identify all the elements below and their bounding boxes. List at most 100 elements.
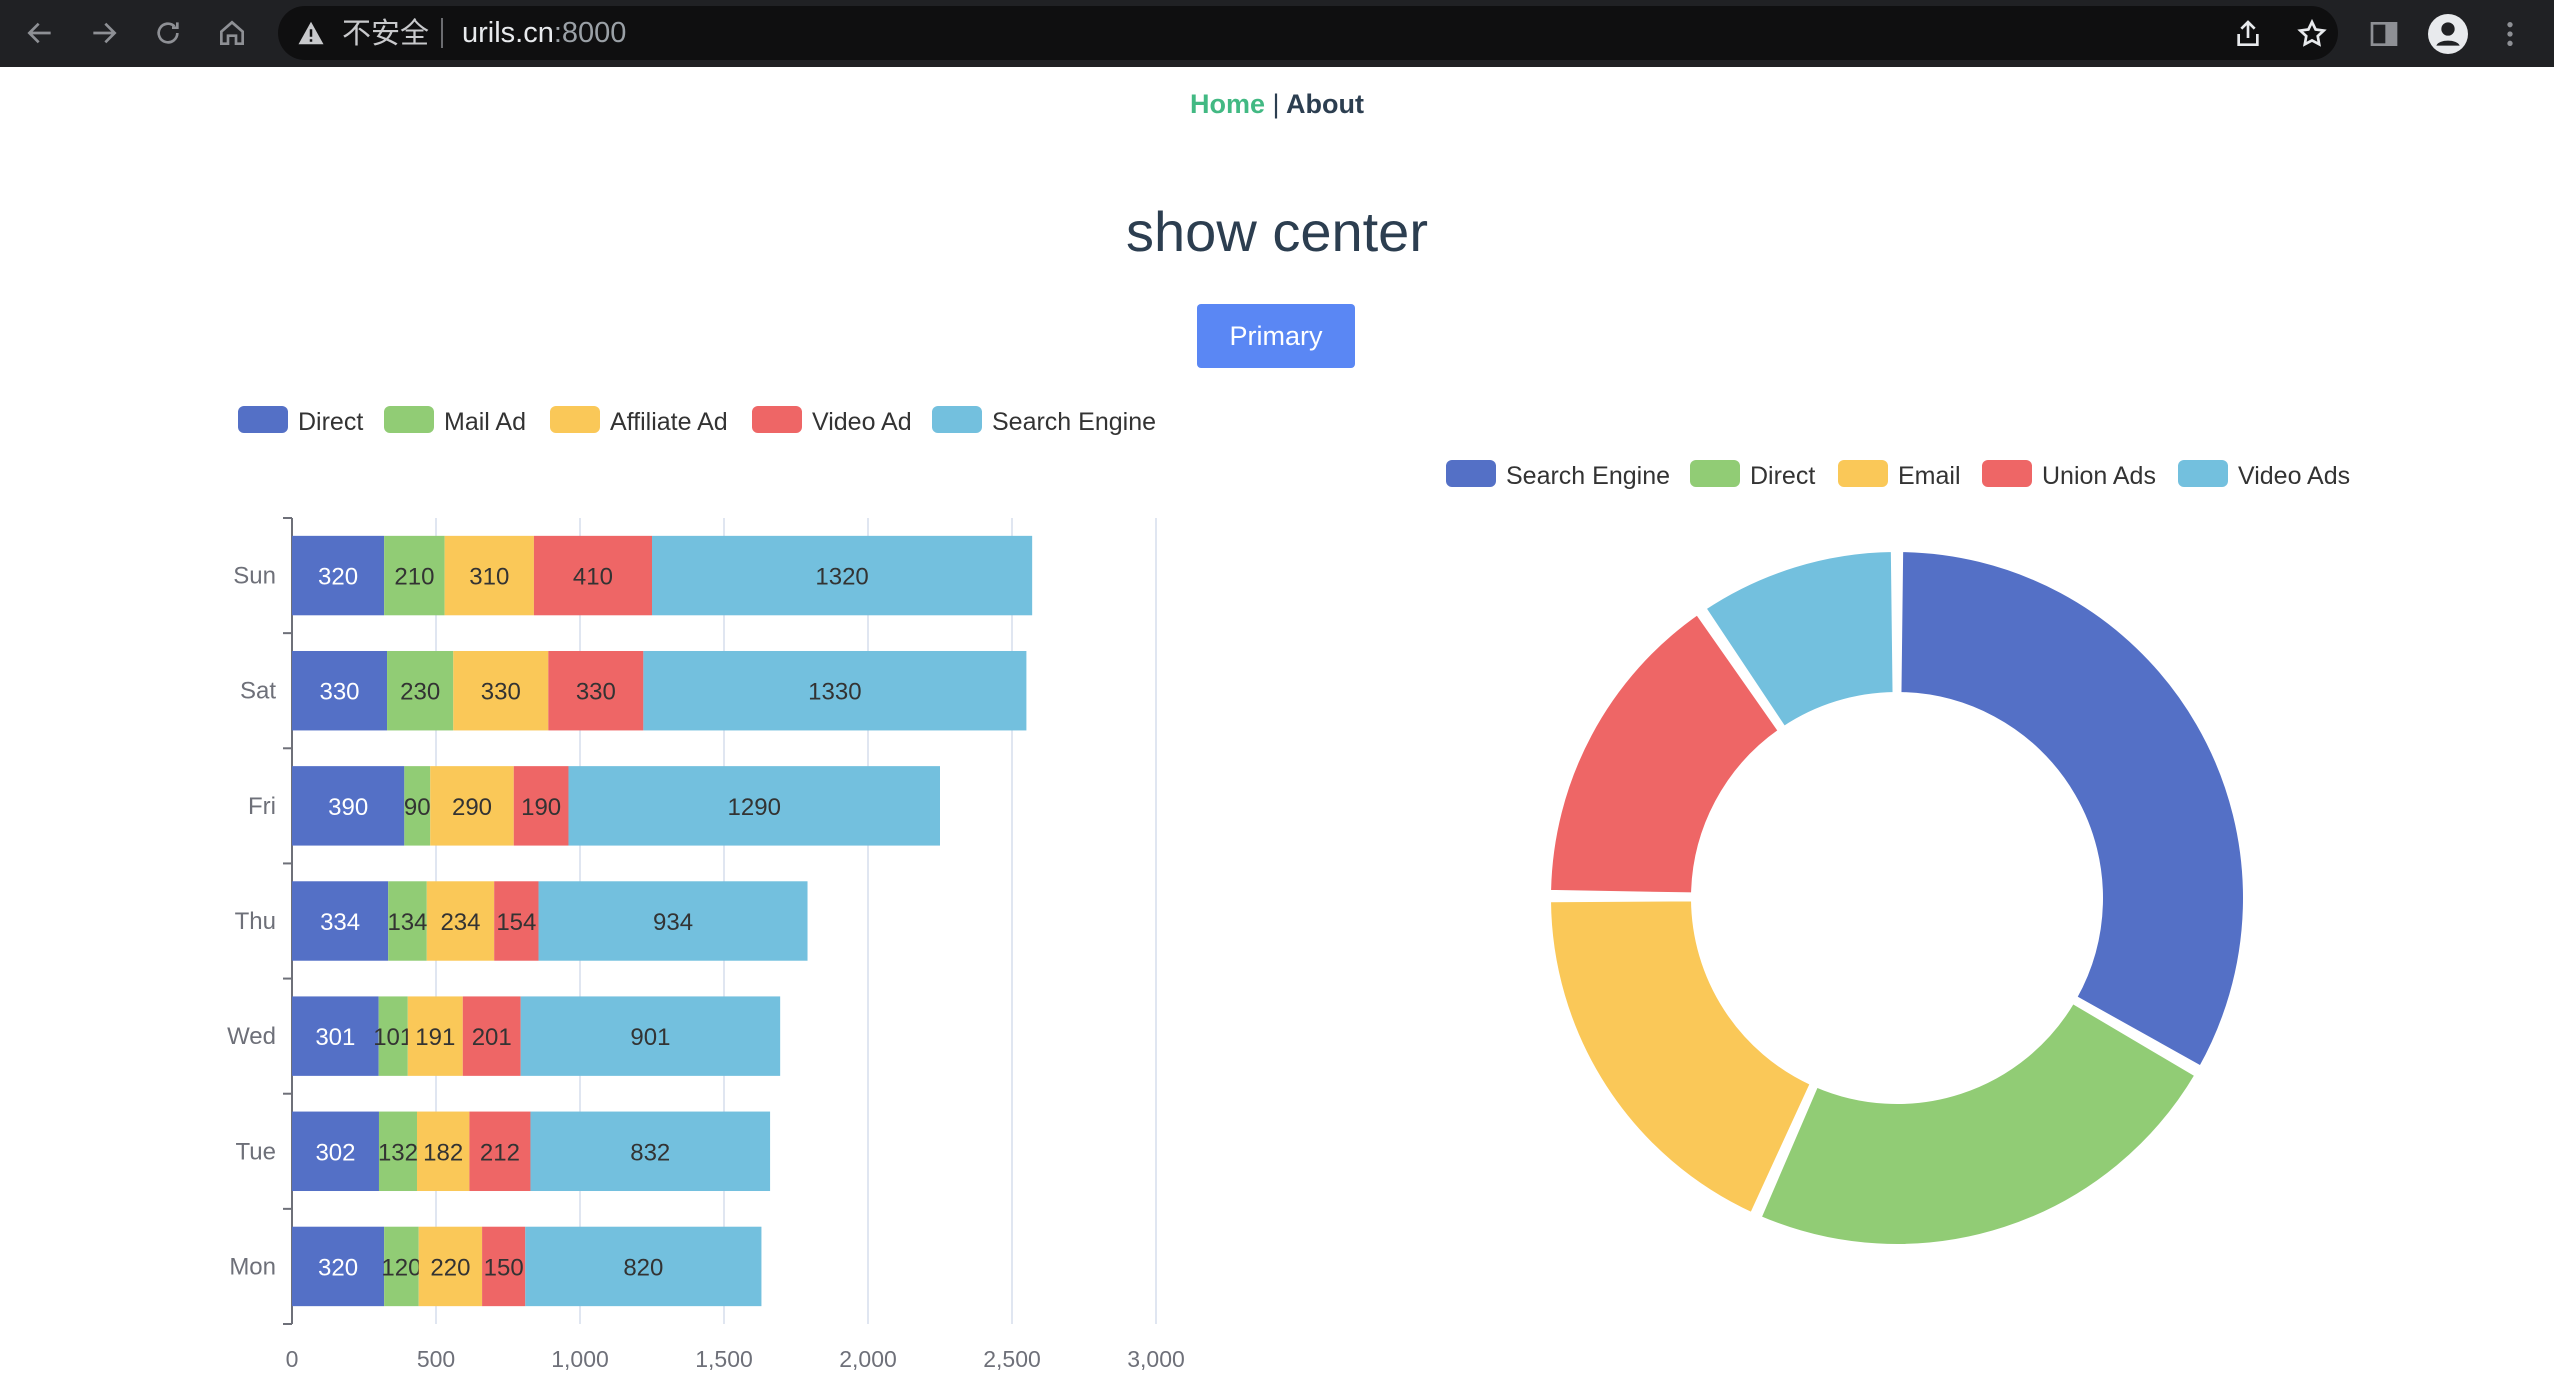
data-label: 1330 [808,679,861,706]
data-label: 190 [521,794,561,821]
data-label: 212 [480,1139,520,1166]
legend-label: Union Ads [2042,462,2156,490]
x-tick-label: 0 [286,1346,299,1372]
data-label: 90 [404,794,431,821]
page-title: show center [1126,200,1428,263]
legend-item-search-engine: Search Engine [932,406,1156,436]
stacked-bar-chart: Direct Mail Ad Affiliate Ad Video Ad Search … [227,406,1185,1372]
data-label: 132 [378,1139,418,1166]
data-label: 290 [452,794,492,821]
y-tick-label: Thu [235,908,276,935]
legend-swatch [238,406,288,433]
data-label: 182 [423,1139,463,1166]
home-link[interactable]: Home [1190,89,1265,119]
data-label: 154 [496,909,536,936]
donut-slice-email [1547,897,1814,1217]
legend-swatch [384,406,434,433]
x-tick-label: 2,500 [983,1346,1041,1372]
data-label: 832 [630,1139,670,1166]
x-tick-label: 1,500 [695,1346,753,1372]
donut-chart: Search Engine Direct Email Union Ads Video A… [1446,460,2350,1248]
data-label: 301 [315,1024,355,1051]
side-panel-icon[interactable] [2364,14,2404,54]
x-tick-label: 1,000 [551,1346,609,1372]
legend-label: Search Engine [1506,462,1670,490]
reload-icon[interactable] [144,9,192,57]
primary-button[interactable]: Primary [1197,304,1355,368]
data-label: 230 [400,679,440,706]
data-label: 234 [440,909,480,936]
y-tick-label: Wed [227,1023,276,1050]
legend-item-union-ads: Union Ads [1982,460,2156,490]
legend-swatch [1690,460,1740,487]
legend-label: Direct [1750,462,1815,490]
data-label: 310 [469,564,509,591]
legend-swatch [1982,460,2032,487]
legend-swatch [2178,460,2228,487]
bookmark-star-icon[interactable] [2296,18,2328,50]
data-label: 320 [318,1254,358,1281]
legend-label: Video Ads [2238,462,2350,490]
x-tick-label: 3,000 [1127,1346,1185,1372]
y-tick-label: Sat [240,678,276,705]
legend-label: Mail Ad [444,408,526,436]
legend-label: Video Ad [812,408,912,436]
data-label: 134 [387,909,427,936]
data-label: 302 [315,1139,355,1166]
legend-swatch [550,406,600,433]
y-tick-label: Sun [233,563,276,590]
legend-item-search-engine: Search Engine [1446,460,1670,490]
legend-swatch [1838,460,1888,487]
profile-icon[interactable] [2428,14,2468,54]
data-label: 201 [472,1024,512,1051]
data-label: 330 [481,679,521,706]
donut-slice-search-engine [1897,548,2247,1070]
y-tick-label: Tue [236,1138,276,1165]
data-label: 820 [623,1254,663,1281]
legend-item-direct: Direct [1690,460,1815,490]
data-label: 901 [630,1024,670,1051]
menu-icon[interactable] [2490,14,2530,54]
data-label: 210 [394,564,434,591]
legend-item-video-ad: Video Ad [752,406,912,436]
home-icon[interactable] [208,9,256,57]
data-label: 334 [320,909,360,936]
data-label: 1290 [728,794,781,821]
legend-swatch [932,406,982,433]
data-label: 191 [415,1024,455,1051]
data-label: 120 [381,1254,421,1281]
address-divider [441,18,443,48]
legend-label: Email [1898,462,1961,490]
data-label: 934 [653,909,693,936]
back-icon[interactable] [16,9,64,57]
browser-toolbar: 不安全 urils.cn:8000 [0,0,2554,67]
page-nav: Home | About [0,88,2554,120]
y-tick-label: Mon [229,1253,276,1280]
data-label: 150 [484,1254,524,1281]
data-label: 101 [373,1024,413,1051]
legend-label: Search Engine [992,408,1156,436]
forward-icon[interactable] [80,9,128,57]
data-label: 410 [573,564,613,591]
data-label: 1320 [815,564,868,591]
legend-label: Affiliate Ad [610,408,728,436]
x-tick-label: 500 [417,1346,455,1372]
legend-label: Direct [298,408,363,436]
address-bar[interactable]: 不安全 urils.cn:8000 [278,6,2338,60]
legend-item-direct: Direct [238,406,363,436]
share-icon[interactable] [2232,18,2264,50]
donut-slice-direct [1757,999,2199,1248]
y-tick-label: Fri [248,793,276,820]
data-label: 330 [576,679,616,706]
url-text[interactable]: urils.cn:8000 [462,14,626,52]
x-tick-label: 2,000 [839,1346,897,1372]
data-label: 320 [318,564,358,591]
legend-item-affiliate-ad: Affiliate Ad [550,406,728,436]
warning-icon [298,21,324,45]
about-link[interactable]: About [1286,89,1364,119]
legend-swatch [1446,460,1496,487]
security-label[interactable]: 不安全 [342,14,429,52]
nav-divider: | [1272,89,1280,119]
legend-item-video-ads: Video Ads [2178,460,2350,490]
data-label: 330 [319,679,359,706]
